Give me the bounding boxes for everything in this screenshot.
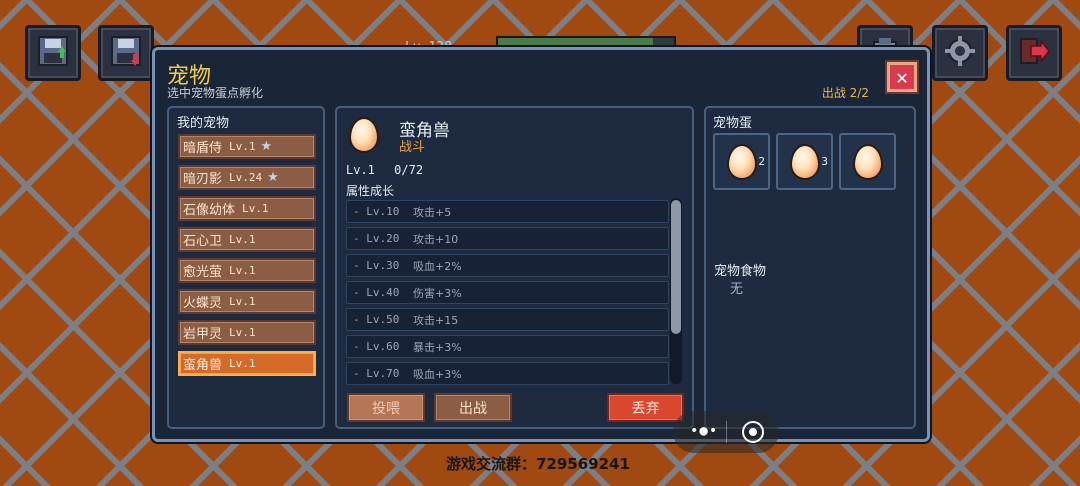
community-group-text: 游戏交流群：729569241 <box>446 455 630 473</box>
egg-slot[interactable]: 3 <box>776 133 833 190</box>
deploy-count: 出战 2/2 <box>821 86 869 100</box>
pet-name: 暗刃影 <box>183 172 223 187</box>
save-download-icon <box>109 34 143 72</box>
pet-name: 岩甲灵 <box>183 327 223 342</box>
pet-list-item[interactable]: 火蝶灵 Lv.1 <box>178 289 316 314</box>
growth-effect: 吸血+3% <box>413 367 462 381</box>
deploy-button[interactable]: 出战 <box>434 393 512 422</box>
pet-level: Lv.1 <box>229 357 256 370</box>
growth-level: - Lv.10 <box>353 205 400 218</box>
growth-row: - Lv.60 暴击+3% <box>346 335 669 358</box>
settings-gear-icon <box>943 34 977 72</box>
growth-row: - Lv.70 吸血+3% <box>346 362 669 385</box>
growth-row: - Lv.50 攻击+15 <box>346 308 669 331</box>
close-miniprogram-icon[interactable] <box>742 421 764 443</box>
discard-button[interactable]: 丢弃 <box>607 393 684 422</box>
growth-row: - Lv.20 攻击+10 <box>346 227 669 250</box>
pet-level: Lv.1 <box>229 140 256 153</box>
eggs-panel: 宠物蛋 2 3 宠物食物 无 <box>704 106 916 429</box>
my-pets-title: 我的宠物 <box>177 116 230 131</box>
egg-icon <box>854 145 881 178</box>
growth-effect: 伤害+3% <box>413 286 462 300</box>
pet-name: 火蝶灵 <box>183 296 223 311</box>
exit-door-icon <box>1017 34 1051 72</box>
pet-level: Lv.1 <box>229 326 256 339</box>
pet-list-item[interactable]: 愈光萤 Lv.1 <box>178 258 316 283</box>
growth-effect: 攻击+15 <box>413 313 459 327</box>
growth-row: - Lv.40 伤害+3% <box>346 281 669 304</box>
pet-name: 石像幼体 <box>183 203 236 218</box>
egg-slots: 2 3 <box>713 133 896 190</box>
pet-list: 暗盾侍 Lv.1 ★ 暗刃影 Lv.24 ★ 石像幼体 Lv.1 石心卫 Lv.… <box>178 134 316 382</box>
pet-name: 石心卫 <box>183 234 223 249</box>
growth-effect: 攻击+5 <box>413 205 452 219</box>
save-upload-button[interactable] <box>25 25 81 81</box>
growth-level: - Lv.40 <box>353 286 400 299</box>
save-upload-icon <box>36 34 70 72</box>
capsule-divider <box>726 421 727 443</box>
star-icon: ★ <box>267 170 279 185</box>
growth-level: - Lv.70 <box>353 367 400 380</box>
dialog-subtitle: 选中宠物蛋点孵化 <box>167 86 264 100</box>
pet-name: 蛮角兽 <box>183 358 223 373</box>
growth-effect: 攻击+10 <box>413 232 459 246</box>
pet-detail-panel: 蛮角兽 战斗 Lv.1 0/72 属性成长 - Lv.10 攻击+5 - Lv.2… <box>335 106 694 429</box>
pet-egg-icon <box>351 119 377 151</box>
growth-effect: 吸血+2% <box>413 259 462 273</box>
pet-detail-type: 战斗 <box>399 140 426 155</box>
pet-level: Lv.1 <box>229 264 256 277</box>
growth-effect: 暴击+3% <box>413 340 462 354</box>
pet-level: Lv.1 <box>229 233 256 246</box>
pet-list-item-selected[interactable]: 蛮角兽 Lv.1 <box>178 351 316 376</box>
growth-list[interactable]: - Lv.10 攻击+5 - Lv.20 攻击+10 - Lv.30 吸血+2% - … <box>346 200 669 389</box>
pet-list-item[interactable]: 暗盾侍 Lv.1 ★ <box>178 134 316 159</box>
my-pets-panel: 我的宠物 暗盾侍 Lv.1 ★ 暗刃影 Lv.24 ★ 石像幼体 Lv.1 石心… <box>167 106 325 429</box>
more-menu-button[interactable]: •●• <box>690 423 718 439</box>
mini-program-capsule: •●• <box>673 411 779 453</box>
pet-list-item[interactable]: 石心卫 Lv.1 <box>178 227 316 252</box>
egg-slot[interactable]: 2 <box>713 133 770 190</box>
pet-name: 愈光萤 <box>183 265 223 280</box>
pet-level: Lv.1 <box>242 202 269 215</box>
growth-row: - Lv.30 吸血+2% <box>346 254 669 277</box>
egg-count: 3 <box>821 155 828 168</box>
food-title: 宠物食物 <box>714 264 767 279</box>
growth-scrollbar[interactable] <box>670 198 682 384</box>
pet-list-item[interactable]: 暗刃影 Lv.24 ★ <box>178 165 316 190</box>
food-value: 无 <box>730 282 744 297</box>
close-button[interactable]: ✕ <box>885 60 919 94</box>
eggs-title: 宠物蛋 <box>713 116 753 131</box>
egg-count: 2 <box>758 155 765 168</box>
growth-level: - Lv.60 <box>353 340 400 353</box>
growth-title: 属性成长 <box>346 184 395 198</box>
pet-detail-level: Lv.1 <box>346 163 375 177</box>
growth-level: - Lv.20 <box>353 232 400 245</box>
growth-level: - Lv.50 <box>353 313 400 326</box>
egg-slot[interactable] <box>839 133 896 190</box>
feed-button[interactable]: 投喂 <box>347 393 425 422</box>
pet-detail-exp: 0/72 <box>394 163 424 177</box>
pet-level: Lv.1 <box>229 295 256 308</box>
pet-list-item[interactable]: 石像幼体 Lv.1 <box>178 196 316 221</box>
close-icon: ✕ <box>890 65 914 89</box>
scrollbar-thumb[interactable] <box>671 200 681 334</box>
pet-detail-level-row: Lv.1 0/72 <box>346 163 423 177</box>
pet-list-item[interactable]: 岩甲灵 Lv.1 <box>178 320 316 345</box>
growth-level: - Lv.30 <box>353 259 400 272</box>
pet-level: Lv.24 <box>229 171 263 184</box>
egg-icon <box>791 145 818 178</box>
settings-button[interactable] <box>932 25 988 81</box>
save-download-button[interactable] <box>98 25 154 81</box>
egg-icon <box>728 145 755 178</box>
star-icon: ★ <box>260 139 273 154</box>
pet-dialog: 宠物 选中宠物蛋点孵化 出战 2/2 ✕ 我的宠物 暗盾侍 Lv.1 ★ 暗刃影… <box>152 47 930 442</box>
pet-name: 暗盾侍 <box>183 141 223 156</box>
exit-button[interactable] <box>1006 25 1062 81</box>
growth-row: - Lv.10 攻击+5 <box>346 200 669 223</box>
